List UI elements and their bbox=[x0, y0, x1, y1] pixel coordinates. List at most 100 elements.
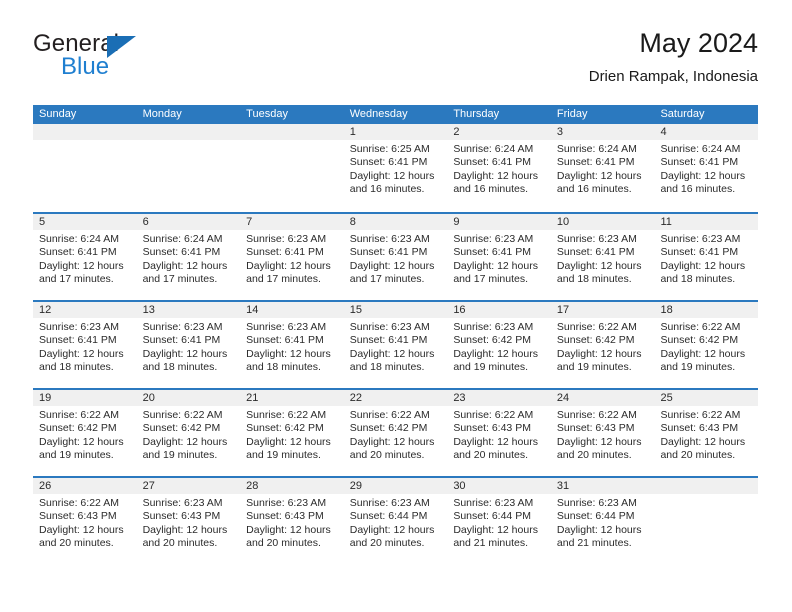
daylight-text: Daylight: 12 hours bbox=[556, 259, 642, 272]
day-details: Sunrise: 6:23 AM Sunset: 6:41 PM Dayligh… bbox=[654, 230, 758, 286]
day-cell[interactable]: 20 Sunrise: 6:22 AM Sunset: 6:42 PM Dayl… bbox=[136, 390, 241, 476]
day-cell[interactable]: 25 Sunrise: 6:22 AM Sunset: 6:43 PM Dayl… bbox=[654, 390, 759, 476]
day-number bbox=[654, 478, 759, 494]
sunrise-text: Sunrise: 6:23 AM bbox=[453, 233, 534, 245]
sunrise-text: Sunrise: 6:22 AM bbox=[556, 409, 637, 421]
day-number: 20 bbox=[136, 390, 241, 406]
day-cell[interactable] bbox=[240, 124, 344, 212]
sunset-text: Sunset: 6:44 PM bbox=[349, 510, 428, 523]
weekday-header-tuesday: Tuesday bbox=[246, 108, 288, 120]
day-cell[interactable]: 10 Sunrise: 6:23 AM Sunset: 6:41 PM Dayl… bbox=[550, 214, 655, 300]
day-cell[interactable]: 1 Sunrise: 6:25 AM Sunset: 6:41 PM Dayli… bbox=[343, 124, 448, 212]
day-cell[interactable]: 2 Sunrise: 6:24 AM Sunset: 6:41 PM Dayli… bbox=[447, 124, 551, 212]
day-number: 21 bbox=[240, 390, 344, 406]
sunrise-text: Sunrise: 6:23 AM bbox=[142, 321, 223, 333]
day-number: 17 bbox=[550, 302, 655, 318]
page-subtitle: Drien Rampak, Indonesia bbox=[588, 68, 758, 85]
week-row: 1 Sunrise: 6:25 AM Sunset: 6:41 PM Dayli… bbox=[33, 124, 759, 212]
day-details: Sunrise: 6:23 AM Sunset: 6:41 PM Dayligh… bbox=[240, 230, 344, 286]
daylight-text: Daylight: 12 hours bbox=[556, 347, 642, 360]
weekday-header-monday: Monday bbox=[142, 108, 182, 120]
day-cell[interactable]: 26 Sunrise: 6:22 AM Sunset: 6:43 PM Dayl… bbox=[33, 478, 137, 564]
day-cell[interactable]: 30 Sunrise: 6:23 AM Sunset: 6:44 PM Dayl… bbox=[447, 478, 551, 564]
day-details: Sunrise: 6:22 AM Sunset: 6:42 PM Dayligh… bbox=[551, 318, 655, 374]
day-number: 22 bbox=[343, 390, 448, 406]
day-cell[interactable]: 27 Sunrise: 6:23 AM Sunset: 6:43 PM Dayl… bbox=[136, 478, 241, 564]
sunrise-text: Sunrise: 6:23 AM bbox=[556, 233, 637, 245]
day-cell[interactable]: 11 Sunrise: 6:23 AM Sunset: 6:41 PM Dayl… bbox=[654, 214, 759, 300]
day-cell[interactable]: 5 Sunrise: 6:24 AM Sunset: 6:41 PM Dayli… bbox=[33, 214, 137, 300]
daylight-text-cont: and 18 minutes. bbox=[660, 272, 736, 285]
day-cell[interactable]: 3 Sunrise: 6:24 AM Sunset: 6:41 PM Dayli… bbox=[550, 124, 655, 212]
daylight-text: Daylight: 12 hours bbox=[142, 347, 228, 360]
day-cell[interactable]: 28 Sunrise: 6:23 AM Sunset: 6:43 PM Dayl… bbox=[240, 478, 344, 564]
sunset-text: Sunset: 6:42 PM bbox=[349, 422, 428, 435]
daylight-text: Daylight: 12 hours bbox=[349, 259, 435, 272]
day-cell[interactable]: 8 Sunrise: 6:23 AM Sunset: 6:41 PM Dayli… bbox=[343, 214, 448, 300]
day-cell[interactable]: 9 Sunrise: 6:23 AM Sunset: 6:41 PM Dayli… bbox=[447, 214, 551, 300]
day-number: 18 bbox=[654, 302, 759, 318]
daylight-text: Daylight: 12 hours bbox=[660, 169, 746, 182]
daylight-text: Daylight: 12 hours bbox=[556, 169, 642, 182]
daylight-text: Daylight: 12 hours bbox=[660, 435, 746, 448]
day-cell[interactable]: 21 Sunrise: 6:22 AM Sunset: 6:42 PM Dayl… bbox=[240, 390, 344, 476]
day-cell[interactable] bbox=[33, 124, 137, 212]
day-details: Sunrise: 6:23 AM Sunset: 6:41 PM Dayligh… bbox=[33, 318, 137, 374]
day-cell[interactable] bbox=[136, 124, 241, 212]
calendar-page: General Blue May 2024 Drien Rampak, Indo… bbox=[0, 0, 792, 612]
day-details bbox=[654, 494, 758, 497]
daylight-text: Daylight: 12 hours bbox=[246, 435, 331, 448]
day-details: Sunrise: 6:24 AM Sunset: 6:41 PM Dayligh… bbox=[551, 140, 655, 196]
sunset-text: Sunset: 6:42 PM bbox=[39, 422, 117, 435]
daylight-text-cont: and 21 minutes. bbox=[556, 536, 632, 549]
day-cell[interactable] bbox=[654, 478, 759, 564]
day-cell[interactable]: 13 Sunrise: 6:23 AM Sunset: 6:41 PM Dayl… bbox=[136, 302, 241, 388]
day-cell[interactable]: 12 Sunrise: 6:23 AM Sunset: 6:41 PM Dayl… bbox=[33, 302, 137, 388]
daylight-text: Daylight: 12 hours bbox=[246, 347, 331, 360]
day-cell[interactable]: 15 Sunrise: 6:23 AM Sunset: 6:41 PM Dayl… bbox=[343, 302, 448, 388]
day-cell[interactable]: 22 Sunrise: 6:22 AM Sunset: 6:42 PM Dayl… bbox=[343, 390, 448, 476]
sunrise-text: Sunrise: 6:22 AM bbox=[246, 409, 327, 421]
day-details: Sunrise: 6:23 AM Sunset: 6:44 PM Dayligh… bbox=[551, 494, 655, 550]
day-number: 9 bbox=[447, 214, 551, 230]
calendar-grid: Sunday Monday Tuesday Wednesday Thursday… bbox=[33, 105, 759, 564]
day-cell[interactable]: 24 Sunrise: 6:22 AM Sunset: 6:43 PM Dayl… bbox=[550, 390, 655, 476]
day-cell[interactable]: 4 Sunrise: 6:24 AM Sunset: 6:41 PM Dayli… bbox=[654, 124, 759, 212]
sunset-text: Sunset: 6:41 PM bbox=[453, 156, 531, 169]
sunset-text: Sunset: 6:41 PM bbox=[660, 246, 739, 259]
daylight-text-cont: and 19 minutes. bbox=[246, 448, 321, 461]
day-cell[interactable]: 31 Sunrise: 6:23 AM Sunset: 6:44 PM Dayl… bbox=[550, 478, 655, 564]
weekday-header-thursday: Thursday bbox=[453, 108, 500, 120]
sunrise-text: Sunrise: 6:22 AM bbox=[660, 409, 741, 421]
day-cell[interactable]: 19 Sunrise: 6:22 AM Sunset: 6:42 PM Dayl… bbox=[33, 390, 137, 476]
day-cell[interactable]: 14 Sunrise: 6:23 AM Sunset: 6:41 PM Dayl… bbox=[240, 302, 344, 388]
daylight-text: Daylight: 12 hours bbox=[556, 523, 642, 536]
daylight-text-cont: and 19 minutes. bbox=[453, 360, 529, 373]
day-cell[interactable]: 6 Sunrise: 6:24 AM Sunset: 6:41 PM Dayli… bbox=[136, 214, 241, 300]
daylight-text-cont: and 17 minutes. bbox=[453, 272, 529, 285]
day-number: 4 bbox=[654, 124, 759, 140]
day-cell[interactable]: 16 Sunrise: 6:23 AM Sunset: 6:42 PM Dayl… bbox=[447, 302, 551, 388]
sunrise-text: Sunrise: 6:23 AM bbox=[142, 497, 223, 509]
day-cell[interactable]: 29 Sunrise: 6:23 AM Sunset: 6:44 PM Dayl… bbox=[343, 478, 448, 564]
day-cell[interactable]: 17 Sunrise: 6:22 AM Sunset: 6:42 PM Dayl… bbox=[550, 302, 655, 388]
page-header: General Blue May 2024 Drien Rampak, Indo… bbox=[33, 26, 758, 98]
day-number: 29 bbox=[343, 478, 448, 494]
day-number: 5 bbox=[33, 214, 137, 230]
daylight-text-cont: and 20 minutes. bbox=[349, 448, 425, 461]
sunset-text: Sunset: 6:44 PM bbox=[453, 510, 531, 523]
day-cell[interactable]: 7 Sunrise: 6:23 AM Sunset: 6:41 PM Dayli… bbox=[240, 214, 344, 300]
day-cell[interactable]: 18 Sunrise: 6:22 AM Sunset: 6:42 PM Dayl… bbox=[654, 302, 759, 388]
daylight-text: Daylight: 12 hours bbox=[660, 347, 746, 360]
day-details: Sunrise: 6:23 AM Sunset: 6:41 PM Dayligh… bbox=[344, 230, 448, 286]
sunset-text: Sunset: 6:41 PM bbox=[556, 246, 635, 259]
daylight-text: Daylight: 12 hours bbox=[660, 259, 746, 272]
day-details: Sunrise: 6:24 AM Sunset: 6:41 PM Dayligh… bbox=[33, 230, 137, 286]
day-number: 8 bbox=[343, 214, 448, 230]
day-cell[interactable]: 23 Sunrise: 6:22 AM Sunset: 6:43 PM Dayl… bbox=[447, 390, 551, 476]
day-number bbox=[240, 124, 344, 140]
day-details: Sunrise: 6:22 AM Sunset: 6:43 PM Dayligh… bbox=[551, 406, 655, 462]
day-number: 31 bbox=[550, 478, 655, 494]
sunset-text: Sunset: 6:43 PM bbox=[453, 422, 531, 435]
daylight-text-cont: and 21 minutes. bbox=[453, 536, 529, 549]
